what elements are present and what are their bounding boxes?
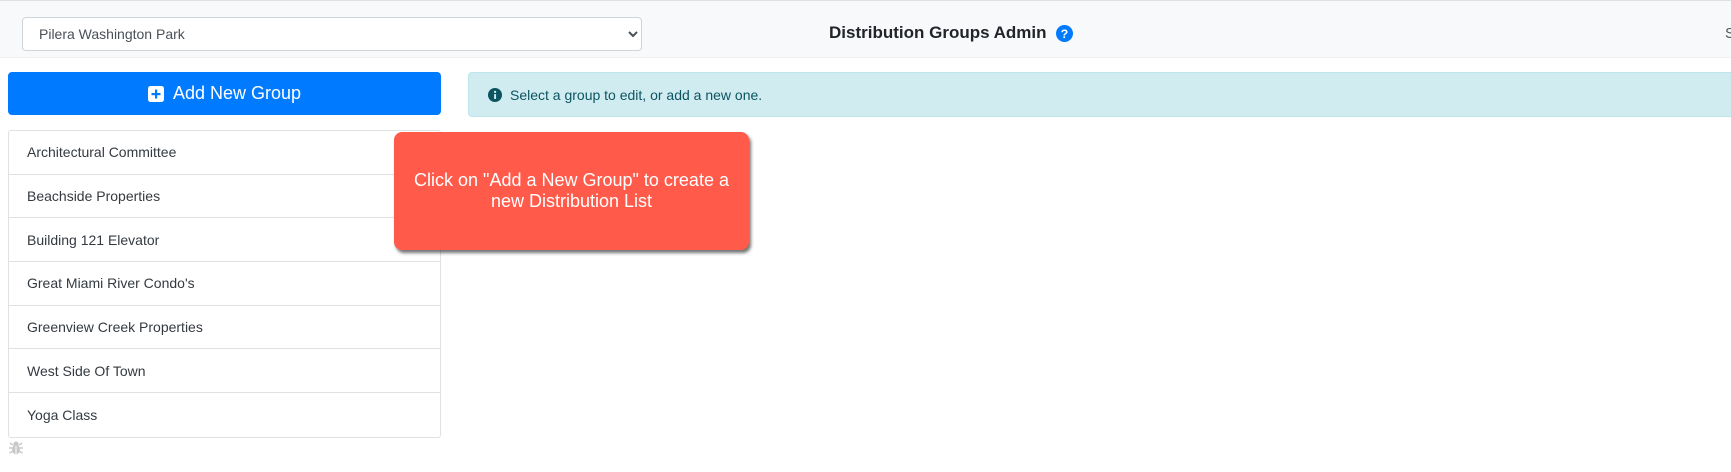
info-alert: Select a group to edit, or add a new one… <box>468 72 1731 117</box>
group-list-item[interactable]: Architectural Committee <box>9 131 440 175</box>
truncated-header-text: S <box>1725 25 1731 42</box>
group-list-item[interactable]: Greenview Creek Properties <box>9 306 440 350</box>
group-list-item[interactable]: Great Miami River Condo's <box>9 262 440 306</box>
info-circle-icon <box>488 87 502 102</box>
bug-icon[interactable] <box>8 440 24 456</box>
group-list-item[interactable]: Yoga Class <box>9 393 440 437</box>
guide-tooltip: Click on "Add a New Group" to create a n… <box>394 132 749 250</box>
add-new-group-button[interactable]: Add New Group <box>8 72 441 115</box>
guide-tooltip-text: Click on "Add a New Group" to create a n… <box>414 170 729 211</box>
group-list-item[interactable]: West Side Of Town <box>9 349 440 394</box>
property-select[interactable]: Pilera Washington Park <box>22 17 642 51</box>
plus-square-icon <box>147 85 164 102</box>
page-title: Distribution Groups Admin <box>829 23 1047 42</box>
info-message: Select a group to edit, or add a new one… <box>510 86 763 103</box>
svg-text:?: ? <box>1061 27 1068 41</box>
group-list: Architectural Committee Beachside Proper… <box>8 130 441 438</box>
add-new-group-label: Add New Group <box>172 83 302 103</box>
group-list-item[interactable]: Building 121 Elevator <box>9 218 440 263</box>
top-bar: Pilera Washington Park Distribution Grou… <box>0 0 1731 58</box>
group-list-item[interactable]: Beachside Properties <box>9 175 440 219</box>
question-circle-icon[interactable]: ? <box>1056 25 1073 42</box>
